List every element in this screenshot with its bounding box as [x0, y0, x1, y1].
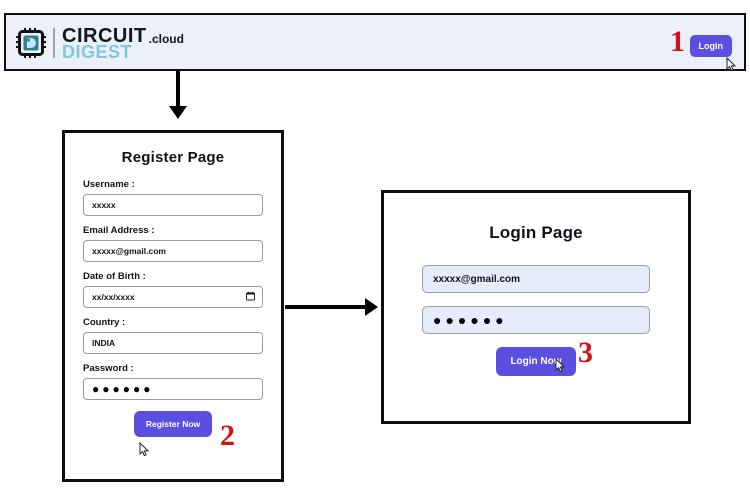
username-value: xxxxx	[92, 200, 116, 210]
calendar-icon[interactable]	[246, 291, 255, 303]
login-password-value: ●●●●●●	[433, 312, 508, 328]
login-button-row: Login Now	[422, 347, 650, 376]
brand-wordmark: CIRCUIT .cloud DIGEST	[62, 26, 184, 61]
login-email-input[interactable]: xxxxx@gmail.com	[422, 265, 650, 293]
country-label: Country :	[83, 317, 126, 328]
microchip-icon	[16, 28, 46, 58]
brand-logo[interactable]: CIRCUIT .cloud DIGEST	[16, 22, 184, 64]
dob-input[interactable]: xx/xx/xxxx	[83, 286, 263, 308]
password-input[interactable]: ●●●●●●	[83, 378, 263, 400]
screenshot-canvas: CIRCUIT .cloud DIGEST Login 1 Register P…	[0, 0, 750, 500]
register-now-button[interactable]: Register Now	[133, 411, 213, 437]
register-page-title: Register Page	[121, 149, 225, 166]
arrow-header-to-register-line	[176, 71, 180, 110]
country-value: INDIA	[92, 338, 116, 348]
username-input[interactable]: xxxxx	[83, 194, 263, 216]
dob-value: xx/xx/xxxx	[92, 292, 135, 302]
login-page-card: Login Page xxxxx@gmail.com ●●●●●● Login …	[381, 190, 691, 424]
login-form: xxxxx@gmail.com ●●●●●● Login Now	[384, 265, 688, 376]
annotation-step-1: 1	[670, 25, 685, 58]
brand-cloud-text: .cloud	[148, 31, 184, 46]
login-page-title: Login Page	[489, 223, 583, 242]
register-page-card: Register Page Username : xxxxx Email Add…	[62, 130, 284, 482]
arrow-register-to-login-head	[365, 298, 378, 316]
register-form: Username : xxxxx Email Address : xxxxx@g…	[65, 179, 281, 437]
login-password-input[interactable]: ●●●●●●	[422, 306, 650, 334]
dob-label: Date of Birth :	[83, 271, 146, 282]
password-label: Password :	[83, 363, 134, 374]
email-value: xxxxx@gmail.com	[92, 246, 166, 256]
password-value: ●●●●●●	[92, 382, 154, 396]
arrow-register-to-login-line	[285, 305, 368, 309]
email-label: Email Address :	[83, 225, 155, 236]
site-header: CIRCUIT .cloud DIGEST Login	[4, 13, 746, 73]
annotation-step-2: 2	[220, 419, 235, 452]
login-now-button[interactable]: Login Now	[496, 347, 576, 376]
login-email-value: xxxxx@gmail.com	[433, 273, 521, 285]
register-button-row: Register Now	[83, 411, 263, 437]
country-input[interactable]: INDIA	[83, 332, 263, 354]
email-input[interactable]: xxxxx@gmail.com	[83, 240, 263, 262]
arrow-header-to-register-head	[169, 106, 187, 119]
header-login-button[interactable]: Login	[689, 35, 732, 57]
mouse-cursor-icon	[725, 56, 738, 73]
username-label: Username :	[83, 179, 135, 190]
brand-divider	[53, 28, 55, 58]
annotation-step-3: 3	[578, 336, 593, 369]
